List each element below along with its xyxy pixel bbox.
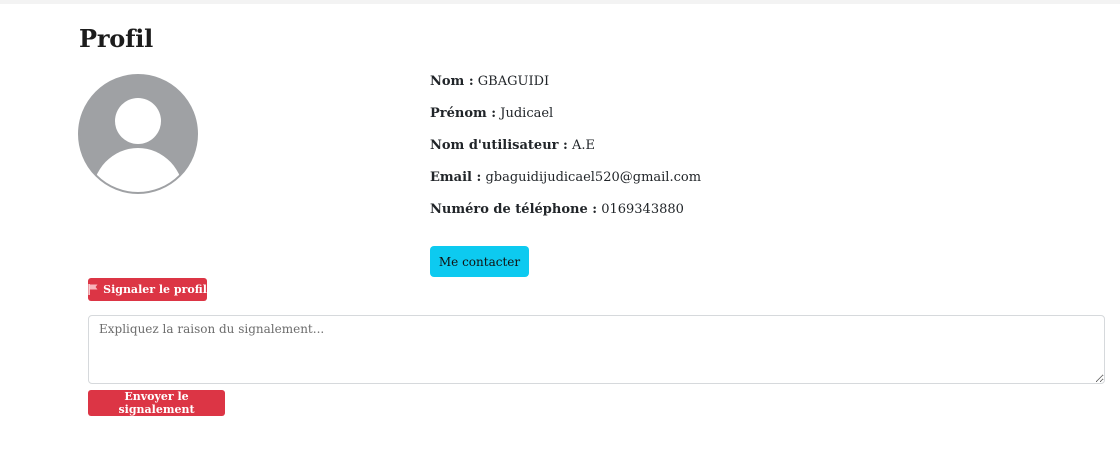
field-value: Judicael — [500, 106, 554, 121]
field-first-name: Prénom : Judicael — [430, 106, 701, 138]
report-reason-textarea[interactable] — [88, 315, 1105, 384]
field-label: Nom d'utilisateur : — [430, 138, 568, 153]
field-label: Email : — [430, 170, 482, 185]
field-username: Nom d'utilisateur : A.E — [430, 138, 701, 170]
field-phone: Numéro de téléphone : 0169343880 — [430, 202, 701, 234]
top-bar — [0, 0, 1120, 4]
field-value: gbaguidijudicael520@gmail.com — [485, 170, 702, 185]
contact-button[interactable]: Me contacter — [430, 246, 529, 277]
user-placeholder-icon — [78, 74, 198, 194]
report-profile-button[interactable]: Signaler le profil — [88, 278, 207, 301]
avatar — [78, 74, 198, 194]
field-label: Numéro de téléphone : — [430, 202, 598, 217]
send-report-button[interactable]: Envoyer le signalement — [88, 390, 225, 416]
field-label: Nom : — [430, 74, 474, 89]
page-title: Profil — [79, 24, 154, 53]
report-profile-label: Signaler le profil — [103, 283, 207, 296]
flag-icon — [88, 284, 98, 295]
field-last-name: Nom : GBAGUIDI — [430, 74, 701, 106]
field-label: Prénom : — [430, 106, 497, 121]
field-value: GBAGUIDI — [477, 74, 550, 89]
field-value: 0169343880 — [601, 202, 684, 217]
profile-info: Nom : GBAGUIDI Prénom : Judicael Nom d'u… — [430, 74, 701, 234]
field-email: Email : gbaguidijudicael520@gmail.com — [430, 170, 701, 202]
field-value: A.E — [571, 138, 595, 153]
